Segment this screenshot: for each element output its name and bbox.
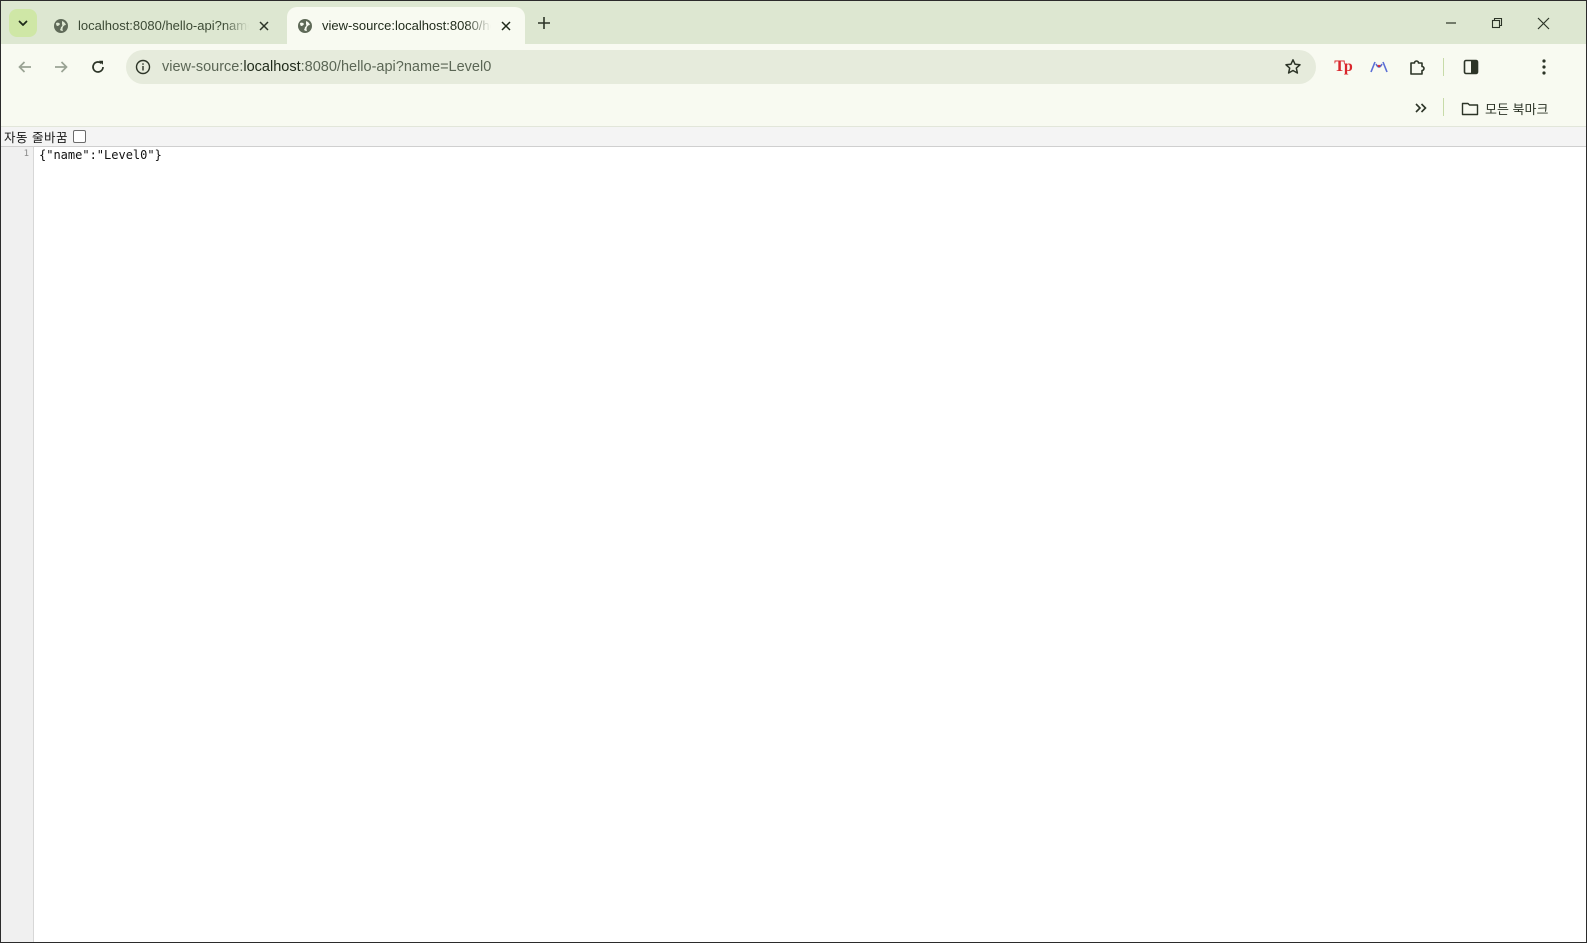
extension-tp-button[interactable]: Tp xyxy=(1331,55,1355,79)
extensions-menu-button[interactable] xyxy=(1405,55,1429,79)
tp-icon: Tp xyxy=(1334,58,1353,75)
minimize-button[interactable] xyxy=(1439,11,1463,35)
chevron-down-icon xyxy=(18,20,28,26)
forward-button[interactable] xyxy=(49,55,73,79)
tab-search-button[interactable] xyxy=(9,9,37,37)
globe-icon xyxy=(298,18,312,33)
url-path: :8080/hello-api?name=Level0 xyxy=(300,59,492,75)
line-number-gutter: 1 xyxy=(1,147,34,942)
line-wrap-bar: 자동 줄바꿈 xyxy=(1,127,1586,147)
line-wrap-checkbox[interactable] xyxy=(72,130,86,143)
side-panel-button[interactable] xyxy=(1459,55,1483,79)
close-icon xyxy=(259,20,269,31)
folder-icon xyxy=(1461,102,1479,115)
reload-button[interactable] xyxy=(86,55,110,79)
restore-icon xyxy=(1491,17,1503,29)
minimize-icon xyxy=(1446,22,1456,24)
url-host: localhost xyxy=(243,59,301,75)
toolbar: view-source:localhost:8080/hello-api?nam… xyxy=(1,44,1586,90)
site-info-button[interactable] xyxy=(134,58,152,76)
address-bar[interactable]: view-source:localhost:8080/hello-api?nam… xyxy=(126,50,1316,84)
close-icon xyxy=(501,20,511,31)
bookmarks-bar: 모든 북마크 xyxy=(1,90,1586,127)
back-button[interactable] xyxy=(13,55,37,79)
wave-extension-icon xyxy=(1370,61,1388,73)
globe-icon xyxy=(54,18,68,33)
reload-icon xyxy=(92,60,104,73)
extension-devtools-button[interactable] xyxy=(1367,55,1391,79)
plus-icon xyxy=(538,17,550,29)
close-icon xyxy=(1537,17,1549,29)
all-bookmarks-button[interactable]: 모든 북마크 xyxy=(1461,95,1548,121)
tab-title: localhost:8080/hello-api?name=Level0 xyxy=(78,18,249,33)
source-line: {"name":"Level0"} xyxy=(39,148,162,162)
tab-hello-api[interactable]: localhost:8080/hello-api?name=Level0 xyxy=(43,7,283,44)
info-icon xyxy=(135,59,151,75)
tab-close-button[interactable] xyxy=(497,17,515,35)
toolbar-separator xyxy=(1443,58,1444,76)
browser-menu-button[interactable] xyxy=(1532,55,1556,79)
tab-title: view-source:localhost:8080/hello-api?nam… xyxy=(322,18,491,33)
new-tab-button[interactable] xyxy=(533,12,555,34)
tab-view-source[interactable]: view-source:localhost:8080/hello-api?nam… xyxy=(287,7,525,44)
line-wrap-label: 자동 줄바꿈 xyxy=(4,131,68,145)
browser-window: localhost:8080/hello-api?name=Level0 vie… xyxy=(0,0,1587,943)
close-window-button[interactable] xyxy=(1531,11,1555,35)
bookmarks-separator xyxy=(1443,98,1444,116)
bookmark-star-icon[interactable] xyxy=(1284,58,1302,76)
tab-strip: localhost:8080/hello-api?name=Level0 vie… xyxy=(1,1,1586,44)
more-vertical-icon xyxy=(1542,59,1546,75)
url-text[interactable]: view-source:localhost:8080/hello-api?nam… xyxy=(162,50,491,84)
double-chevron-right-icon xyxy=(1415,103,1427,113)
line-number: 1 xyxy=(23,149,29,159)
puzzle-icon xyxy=(1410,60,1425,75)
all-bookmarks-label: 모든 북마크 xyxy=(1485,101,1549,117)
arrow-right-icon xyxy=(55,61,68,73)
restore-button[interactable] xyxy=(1485,11,1509,35)
url-scheme: view-source: xyxy=(162,59,244,75)
tab-close-button[interactable] xyxy=(255,17,273,35)
view-source-content: 자동 줄바꿈 1 {"name":"Level0"} xyxy=(1,127,1586,942)
arrow-left-icon xyxy=(18,61,31,73)
bookmarks-overflow-button[interactable] xyxy=(1410,97,1432,119)
side-panel-icon xyxy=(1463,59,1479,75)
